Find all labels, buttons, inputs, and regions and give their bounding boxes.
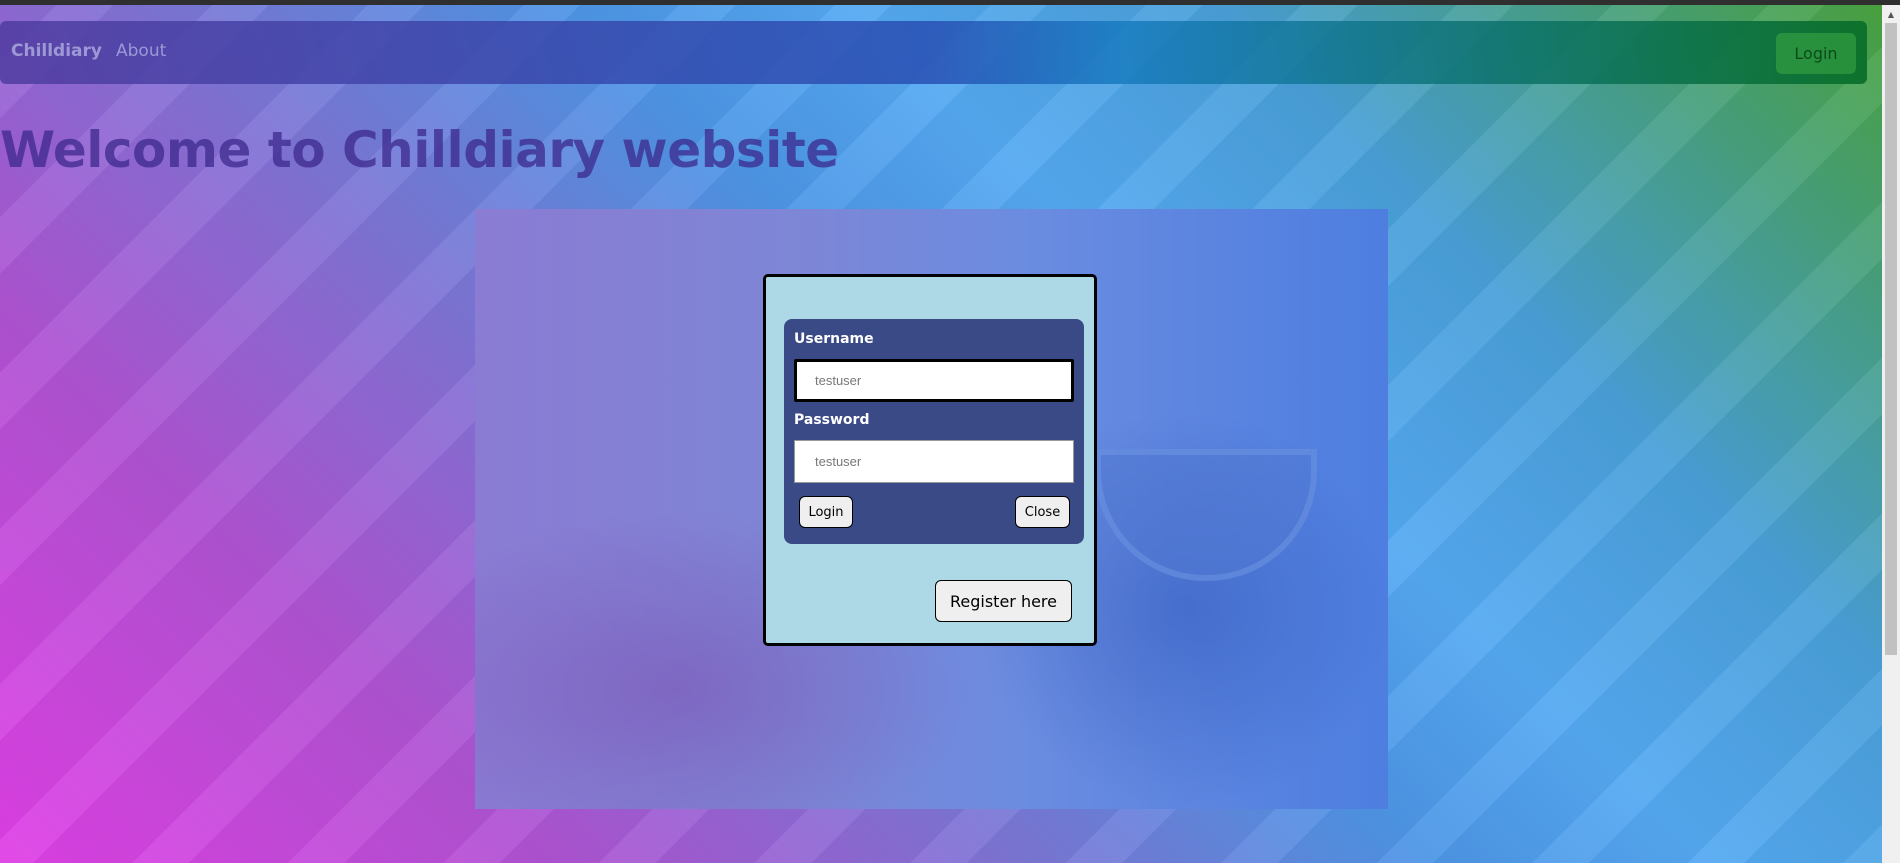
navbar	[0, 21, 1867, 84]
scrollbar-thumb[interactable]	[1885, 23, 1897, 655]
browser-top-strip	[0, 0, 1900, 5]
page-background: Chilldiary About Login Welcome to Chilld…	[0, 0, 1900, 863]
vertical-scrollbar[interactable]: ▲	[1882, 5, 1900, 863]
close-button[interactable]: Close	[1015, 496, 1070, 528]
scroll-up-arrow-icon[interactable]: ▲	[1882, 9, 1900, 21]
register-button[interactable]: Register here	[935, 580, 1072, 622]
login-form: Username Password Login Close	[784, 319, 1084, 544]
page-title: Welcome to Chilldiary website	[0, 121, 839, 179]
nav-about-link[interactable]: About	[116, 41, 166, 61]
login-submit-button[interactable]: Login	[799, 496, 853, 528]
password-input[interactable]	[794, 440, 1074, 483]
username-input[interactable]	[794, 359, 1074, 402]
password-label: Password	[794, 412, 870, 428]
username-label: Username	[794, 331, 874, 347]
nav-brand-link[interactable]: Chilldiary	[11, 41, 102, 61]
nav-login-button[interactable]: Login	[1776, 33, 1856, 74]
login-modal: Username Password Login Close Register h…	[763, 274, 1097, 646]
